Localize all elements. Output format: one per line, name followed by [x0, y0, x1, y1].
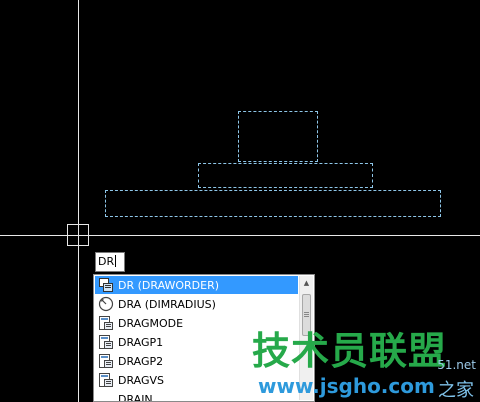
command-typed-text: DR — [98, 255, 115, 268]
dragvs-icon — [99, 373, 113, 387]
autocomplete-item-dragp1[interactable]: DRAGP1 — [95, 333, 298, 351]
autocomplete-scrollbar[interactable]: ▲ — [299, 276, 313, 400]
autocomplete-item-label: DRAGP1 — [118, 335, 164, 349]
dragp2-icon — [99, 354, 113, 368]
draworder-icon — [99, 278, 113, 292]
selected-rectangle-bottom[interactable] — [105, 190, 441, 217]
autocomplete-item-label: DRAGVS — [118, 373, 165, 387]
autocomplete-item-label: DRAGMODE — [118, 316, 184, 330]
dimradius-icon — [98, 296, 114, 312]
autocomplete-item-label: DR (DRAWORDER) — [118, 278, 220, 292]
dragmode-icon — [99, 316, 113, 330]
autocomplete-item-label: DRAIN — [118, 392, 153, 402]
blank-icon — [98, 391, 114, 401]
autocomplete-item-dra[interactable]: DRA (DIMRADIUS) — [95, 295, 298, 313]
text-caret — [115, 255, 117, 267]
autocomplete-item-dr[interactable]: DR (DRAWORDER) — [95, 276, 298, 294]
crosshair-vertical-line — [78, 0, 79, 402]
autocomplete-item-dragvs[interactable]: DRAGVS — [95, 371, 298, 389]
autocomplete-item-dragmode[interactable]: DRAGMODE — [95, 314, 298, 332]
cursor-pickbox — [67, 224, 89, 246]
autocomplete-item-label: DRA (DIMRADIUS) — [118, 297, 216, 311]
drawing-canvas[interactable]: DR DR (DRAWORDER) DRA (DIMRADIUS) DRAGMO… — [0, 0, 480, 402]
autocomplete-item-drain[interactable]: DRAIN — [95, 390, 298, 402]
selected-rectangle-middle[interactable] — [198, 163, 373, 188]
scrollbar-thumb[interactable] — [302, 294, 311, 336]
watermark-corner-text-2: 之家 — [438, 380, 474, 401]
dragp1-icon — [99, 335, 113, 349]
selected-rectangle-top[interactable] — [238, 111, 318, 162]
watermark-corner-text: 51.net — [437, 358, 476, 372]
command-input[interactable]: DR — [95, 252, 125, 272]
autocomplete-item-dragp2[interactable]: DRAGP2 — [95, 352, 298, 370]
scroll-up-arrow-icon[interactable]: ▲ — [300, 276, 313, 290]
autocomplete-item-label: DRAGP2 — [118, 354, 164, 368]
command-autocomplete-list[interactable]: DR (DRAWORDER) DRA (DIMRADIUS) DRAGMODE — [93, 274, 315, 402]
